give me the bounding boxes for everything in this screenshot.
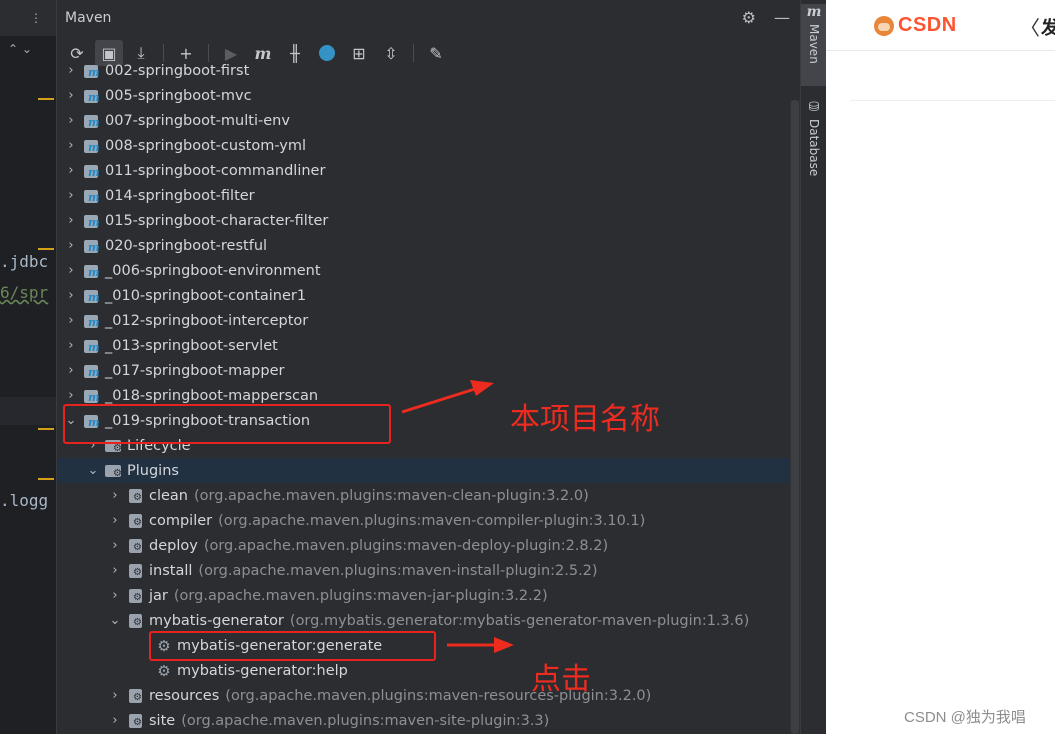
arrow-to-goal: [447, 637, 514, 653]
project-note: 本项目名称: [510, 402, 660, 437]
annotation-arrows: [401, 380, 514, 653]
watermark: CSDN @独为我唱: [904, 709, 1026, 726]
arrow-to-project: [401, 380, 494, 414]
click-note: 点击: [531, 662, 591, 697]
